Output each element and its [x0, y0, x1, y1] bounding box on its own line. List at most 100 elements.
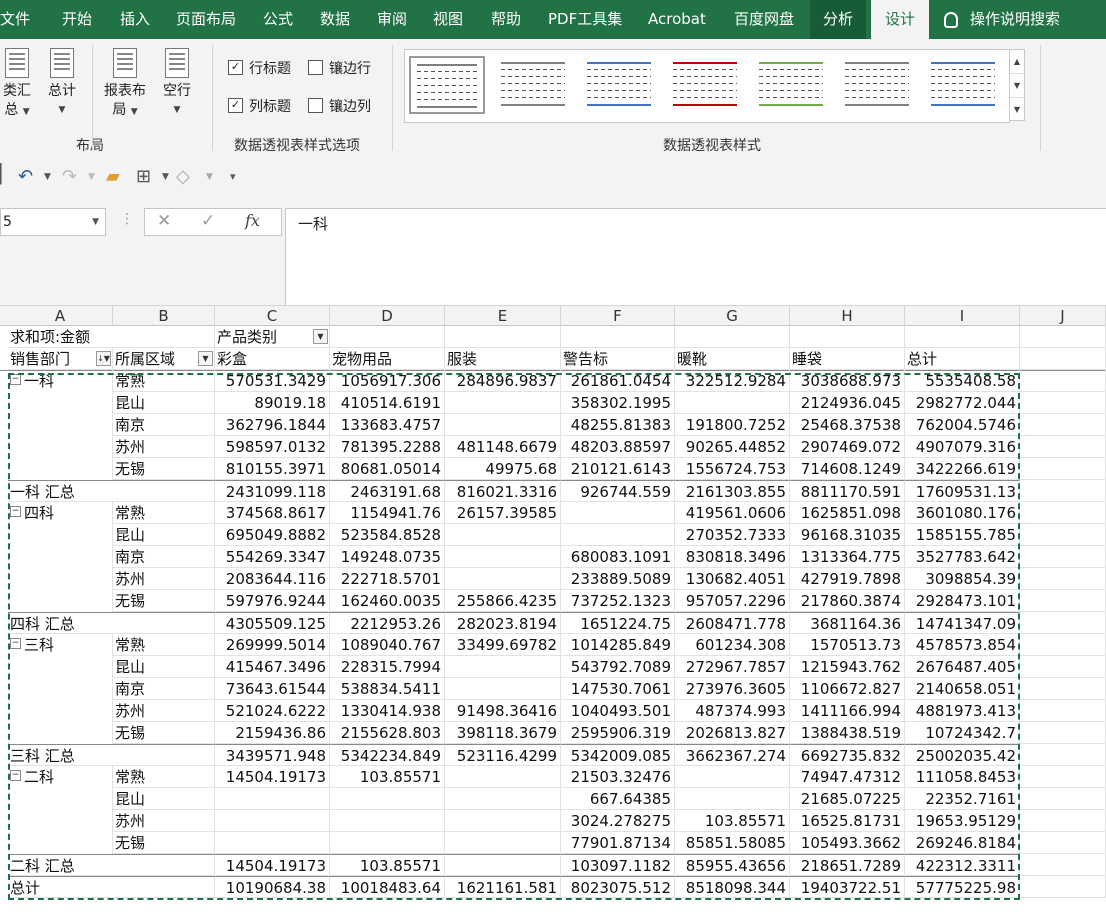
value-cell[interactable]: 10724342.7 — [905, 722, 1020, 744]
value-cell[interactable] — [445, 766, 561, 788]
value-cell[interactable]: 282023.8194 — [445, 612, 561, 634]
cell[interactable] — [1020, 568, 1106, 590]
save-icon[interactable]: ▏ — [0, 164, 14, 185]
customize-toolbar-icon[interactable]: ▾ — [230, 170, 236, 183]
value-cell[interactable]: 57775225.98 — [905, 876, 1020, 898]
value-cell[interactable]: 255866.4235 — [445, 590, 561, 612]
cell[interactable] — [1020, 722, 1106, 744]
value-cell[interactable]: 3662367.274 — [675, 744, 790, 766]
value-cell[interactable] — [675, 392, 790, 414]
value-cell[interactable]: 4907079.316 — [905, 436, 1020, 458]
value-cell[interactable]: 4578573.854 — [905, 634, 1020, 656]
value-cell[interactable]: 597976.9244 — [215, 590, 330, 612]
value-cell[interactable]: 523116.4299 — [445, 744, 561, 766]
value-cell[interactable]: 1570513.73 — [790, 634, 905, 656]
value-cell[interactable]: 2083644.116 — [215, 568, 330, 590]
tab-9[interactable]: PDF工具集 — [548, 0, 622, 39]
region-cell[interactable]: 无锡 — [113, 722, 215, 744]
column-header-J[interactable]: J — [1020, 306, 1106, 326]
row-headers-checkbox[interactable]: ✓ 行标题 — [228, 58, 291, 78]
value-cell[interactable]: 1040493.501 — [561, 700, 675, 722]
scroll-up-icon[interactable]: ▲ — [1010, 50, 1024, 74]
value-cell[interactable]: 90265.44852 — [675, 436, 790, 458]
value-cell[interactable]: 762004.5746 — [905, 414, 1020, 436]
value-cell[interactable]: 1014285.849 — [561, 634, 675, 656]
tab-10[interactable]: Acrobat — [648, 0, 706, 39]
value-cell[interactable]: 103.85571 — [330, 766, 445, 788]
cell[interactable] — [445, 326, 561, 348]
value-cell[interactable]: 25002035.42 — [905, 744, 1020, 766]
value-cell[interactable]: 74947.47312 — [790, 766, 905, 788]
region-cell[interactable]: 苏州 — [113, 568, 215, 590]
cell[interactable] — [1020, 612, 1106, 634]
value-cell[interactable] — [445, 392, 561, 414]
value-cell[interactable]: 149248.0735 — [330, 546, 445, 568]
value-cell[interactable]: 269246.8184 — [905, 832, 1020, 854]
value-cell[interactable] — [215, 810, 330, 832]
tab-7[interactable]: 视图 — [433, 0, 463, 39]
grand-totals-button[interactable]: 总计 ▼ — [44, 48, 80, 120]
region-cell[interactable]: 常熟 — [113, 370, 215, 392]
report-layout-button[interactable]: 报表布 局 ▼ — [100, 48, 150, 122]
value-cell[interactable]: 16525.81731 — [790, 810, 905, 832]
tab-0[interactable]: 文件 — [0, 0, 30, 39]
cell[interactable] — [790, 326, 905, 348]
region-cell[interactable]: 南京 — [113, 546, 215, 568]
region-cell[interactable]: 南京 — [113, 414, 215, 436]
pivot-style-swatch[interactable] — [495, 56, 571, 114]
value-cell[interactable]: 85851.58085 — [675, 832, 790, 854]
region-cell[interactable]: 南京 — [113, 678, 215, 700]
value-cell[interactable]: 133683.4757 — [330, 414, 445, 436]
value-cell[interactable]: 2124936.045 — [790, 392, 905, 414]
subtotals-button[interactable]: 类汇 总 ▼ — [0, 48, 34, 122]
cell[interactable] — [1020, 414, 1106, 436]
region-cell[interactable]: 昆山 — [113, 392, 215, 414]
value-cell[interactable]: 2431099.118 — [215, 480, 330, 502]
value-cell[interactable]: 2026813.827 — [675, 722, 790, 744]
region-cell[interactable]: 无锡 — [113, 458, 215, 480]
cell[interactable] — [1020, 546, 1106, 568]
value-cell[interactable]: 667.64385 — [561, 788, 675, 810]
cell[interactable] — [1020, 524, 1106, 546]
value-cell[interactable]: 210121.6143 — [561, 458, 675, 480]
pivot-style-swatch[interactable] — [409, 56, 485, 114]
value-cell[interactable]: 521024.6222 — [215, 700, 330, 722]
value-cell[interactable]: 2159436.86 — [215, 722, 330, 744]
tell-me-search[interactable]: 操作说明搜索 — [944, 0, 1060, 39]
value-cell[interactable]: 816021.3316 — [445, 480, 561, 502]
style-gallery-scroll[interactable]: ▲ ▼ ▼ — [1009, 49, 1025, 121]
value-cell[interactable]: 2140658.051 — [905, 678, 1020, 700]
value-cell[interactable]: 830818.3496 — [675, 546, 790, 568]
value-cell[interactable]: 410514.6191 — [330, 392, 445, 414]
value-cell[interactable]: 91498.36416 — [445, 700, 561, 722]
value-cell[interactable]: 273976.3605 — [675, 678, 790, 700]
value-cell[interactable]: 2608471.778 — [675, 612, 790, 634]
value-cell[interactable] — [445, 788, 561, 810]
pivot-style-swatch[interactable] — [581, 56, 657, 114]
value-cell[interactable]: 554269.3347 — [215, 546, 330, 568]
pivot-col-header[interactable]: 警告标 — [561, 348, 675, 370]
column-headers-checkbox[interactable]: ✓ 列标题 — [228, 96, 291, 116]
value-cell[interactable]: 1621161.581 — [445, 876, 561, 898]
dept-cell[interactable]: − 二科 — [8, 766, 113, 788]
dept-cell[interactable]: − 四科 — [8, 502, 113, 524]
value-cell[interactable] — [215, 832, 330, 854]
value-cell[interactable]: 2982772.044 — [905, 392, 1020, 414]
shapes-icon[interactable]: ◇ — [176, 166, 190, 187]
region-cell[interactable]: 常熟 — [113, 502, 215, 524]
value-cell[interactable]: 89019.18 — [215, 392, 330, 414]
column-header-F[interactable]: F — [561, 306, 675, 326]
value-cell[interactable]: 322512.9284 — [675, 370, 790, 392]
tab-6[interactable]: 审阅 — [377, 0, 407, 39]
value-cell[interactable]: 3038688.973 — [790, 370, 905, 392]
pivot-style-swatch[interactable] — [667, 56, 743, 114]
value-cell[interactable]: 6692735.832 — [790, 744, 905, 766]
value-cell[interactable]: 427919.7898 — [790, 568, 905, 590]
value-cell[interactable]: 1411166.994 — [790, 700, 905, 722]
region-cell[interactable]: 昆山 — [113, 656, 215, 678]
value-cell[interactable]: 481148.6679 — [445, 436, 561, 458]
value-cell[interactable]: 810155.3971 — [215, 458, 330, 480]
column-header-H[interactable]: H — [790, 306, 905, 326]
cell[interactable] — [1020, 810, 1106, 832]
pivot-col-header[interactable]: 暖靴 — [675, 348, 790, 370]
